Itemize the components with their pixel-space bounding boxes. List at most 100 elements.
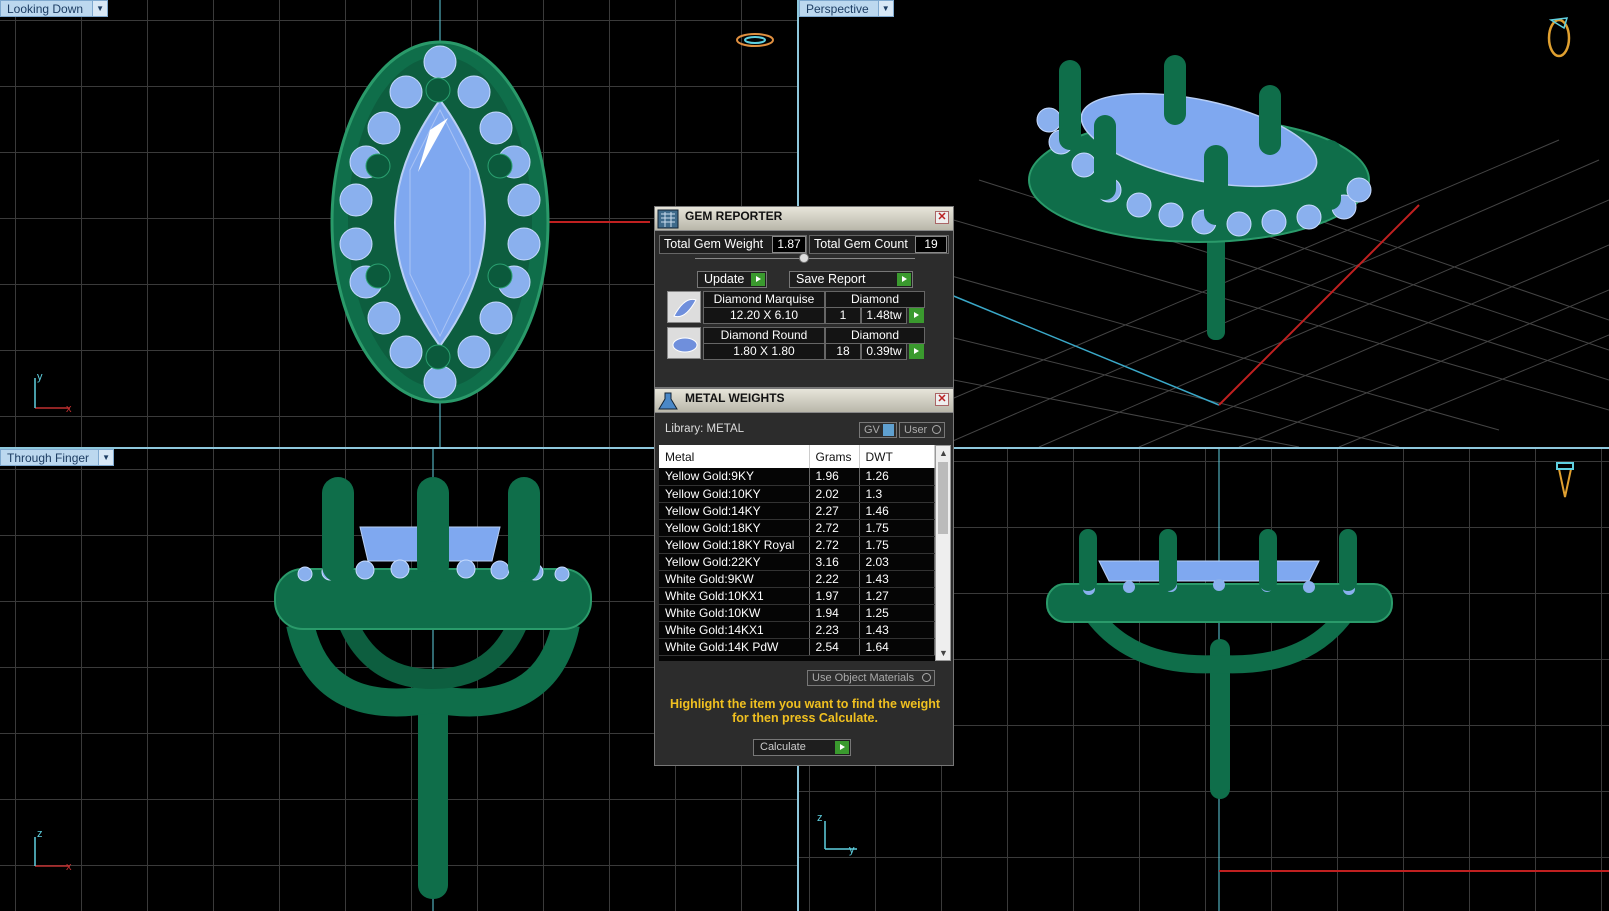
table-row[interactable]: Yellow Gold:10KY 2.02 1.3 xyxy=(659,485,935,503)
use-object-materials-button[interactable]: Use Object Materials xyxy=(807,670,935,686)
scroll-up-icon[interactable]: ▲ xyxy=(939,448,948,458)
dwt-cell: 1.43 xyxy=(859,570,935,588)
gem-name: Diamond Round xyxy=(703,327,825,344)
viewport-label-looking-down[interactable]: Looking Down ▼ xyxy=(0,0,109,17)
metal-table-scrollbar[interactable]: ▲ ▼ xyxy=(935,445,951,661)
metal-table: Metal Grams DWT Yellow Gold:9KY 1.96 1.26 Y… xyxy=(659,445,935,656)
grams-cell: 2.22 xyxy=(809,570,860,588)
gem-row[interactable]: Diamond Round Diamond 1.80 X 1.80 18 0.3… xyxy=(663,325,933,361)
column-header-dwt[interactable]: DWT xyxy=(859,445,935,468)
metal-name-cell: Yellow Gold:18KY xyxy=(659,519,810,537)
metal-name-cell: Yellow Gold:9KY xyxy=(659,468,810,486)
gem-row-go-button[interactable] xyxy=(909,308,924,323)
scrollbar-thumb[interactable] xyxy=(938,462,948,534)
axis-label-z: z xyxy=(817,812,823,824)
library-label: Library: METAL xyxy=(665,423,745,435)
gem-material: Diamond xyxy=(825,291,925,308)
calculate-button-label: Calculate xyxy=(760,741,806,753)
dwt-cell: 1.27 xyxy=(859,587,935,605)
dwt-cell: 1.75 xyxy=(859,519,935,537)
gem-reporter-panel: GEM REPORTER ✕ Total Gem Weight 1.87 Tot… xyxy=(654,206,954,388)
metal-weights-panel: METAL WEIGHTS ✕ Library: METAL GV User M… xyxy=(654,388,954,766)
table-row[interactable]: White Gold:10KW 1.94 1.25 xyxy=(659,604,935,622)
chevron-down-icon[interactable]: ▼ xyxy=(877,1,893,16)
play-arrow-icon xyxy=(914,348,919,354)
scroll-down-icon[interactable]: ▼ xyxy=(939,648,948,658)
calculate-hint: Highlight the item you want to find the … xyxy=(661,697,949,725)
gem-weight: 0.39tw xyxy=(861,343,907,360)
grams-cell: 2.27 xyxy=(809,502,860,520)
grams-cell: 1.94 xyxy=(809,604,860,622)
table-row[interactable]: White Gold:10KX1 1.97 1.27 xyxy=(659,587,935,605)
diamond-marquise-icon xyxy=(667,291,701,323)
metal-name-cell: White Gold:14KX1 xyxy=(659,621,810,639)
calculate-button[interactable]: Calculate xyxy=(753,739,851,756)
viewport-label-perspective[interactable]: Perspective ▼ xyxy=(799,0,894,17)
dwt-cell: 1.43 xyxy=(859,621,935,639)
viewport-label-text: Perspective xyxy=(806,2,869,16)
metal-table-header: Metal Grams DWT xyxy=(659,445,935,468)
metal-name-cell: Yellow Gold:14KY xyxy=(659,502,810,520)
gem-row[interactable]: Diamond Marquise Diamond 12.20 X 6.10 1 … xyxy=(663,289,933,325)
metal-name-cell: White Gold:10KW xyxy=(659,604,810,622)
table-row[interactable]: White Gold:14KX1 2.23 1.43 xyxy=(659,621,935,639)
info-icon xyxy=(883,424,894,436)
close-icon[interactable]: ✕ xyxy=(935,211,949,224)
user-label: User xyxy=(904,424,928,436)
table-row[interactable]: Yellow Gold:18KY Royal 2.72 1.75 xyxy=(659,536,935,554)
ring-icon-perspective xyxy=(1547,17,1571,58)
update-button-label: Update xyxy=(704,272,745,286)
metal-name-cell: Yellow Gold:18KY Royal xyxy=(659,536,810,554)
metal-name-cell: Yellow Gold:10KY xyxy=(659,485,810,503)
table-row[interactable]: Yellow Gold:22KY 3.16 2.03 xyxy=(659,553,935,571)
metal-name-cell: White Gold:10KX1 xyxy=(659,587,810,605)
hint-line-1: Highlight the item you want to find the … xyxy=(669,697,941,711)
user-toggle[interactable]: User xyxy=(899,422,945,438)
play-arrow-icon xyxy=(914,312,919,318)
dwt-cell: 1.3 xyxy=(859,485,935,503)
table-row[interactable]: Yellow Gold:18KY 2.72 1.75 xyxy=(659,519,935,537)
table-row[interactable]: White Gold:9KW 2.22 1.43 xyxy=(659,570,935,588)
chevron-down-icon[interactable]: ▼ xyxy=(98,450,114,465)
gem-row-go-button[interactable] xyxy=(909,344,924,359)
metal-weights-title-bar[interactable]: METAL WEIGHTS ✕ xyxy=(655,389,953,413)
grams-cell: 1.97 xyxy=(809,587,860,605)
save-report-button[interactable]: Save Report xyxy=(789,271,913,288)
gv-toggle[interactable]: GV xyxy=(859,422,897,438)
metal-name-cell: Yellow Gold:22KY xyxy=(659,553,810,571)
table-row[interactable]: Yellow Gold:14KY 2.27 1.46 xyxy=(659,502,935,520)
update-button[interactable]: Update xyxy=(697,271,767,288)
gem-reporter-title: GEM REPORTER xyxy=(685,209,783,223)
metal-table-wrapper: Metal Grams DWT Yellow Gold:9KY 1.96 1.26 Y… xyxy=(659,445,935,661)
dwt-cell: 1.46 xyxy=(859,502,935,520)
gem-reporter-title-bar[interactable]: GEM REPORTER ✕ xyxy=(655,207,953,231)
axis-label-y: y xyxy=(37,371,43,383)
diamond-round-icon xyxy=(667,327,701,359)
axis-label-z: z xyxy=(37,828,43,840)
axis-label-y: y xyxy=(849,844,855,856)
table-row[interactable]: Yellow Gold:9KY 1.96 1.26 xyxy=(659,468,935,486)
column-header-metal[interactable]: Metal xyxy=(659,445,810,468)
metal-name-cell: White Gold:14K PdW xyxy=(659,638,810,656)
dwt-cell: 2.03 xyxy=(859,553,935,571)
gem-reporter-icon xyxy=(657,209,679,229)
grams-cell: 3.16 xyxy=(809,553,860,571)
ring-icon-side xyxy=(1556,462,1574,498)
axis-label-x: x xyxy=(66,861,72,873)
use-object-materials-label: Use Object Materials xyxy=(812,672,915,684)
total-gem-count-value: 19 xyxy=(915,236,947,253)
close-icon[interactable]: ✕ xyxy=(935,393,949,406)
gem-weight: 1.48tw xyxy=(861,307,907,324)
gem-size: 12.20 X 6.10 xyxy=(703,307,825,324)
play-arrow-icon xyxy=(835,741,849,754)
table-row[interactable]: White Gold:14K PdW 2.54 1.64 xyxy=(659,638,935,656)
dwt-cell: 1.64 xyxy=(859,638,935,656)
ring-icon-top xyxy=(736,33,774,47)
viewport-label-through-finger[interactable]: Through Finger ▼ xyxy=(0,449,115,466)
gem-material: Diamond xyxy=(825,327,925,344)
gem-name: Diamond Marquise xyxy=(703,291,825,308)
grams-cell: 2.72 xyxy=(809,536,860,554)
chevron-down-icon[interactable]: ▼ xyxy=(92,1,108,16)
splitter-handle-icon[interactable] xyxy=(799,253,809,263)
column-header-grams[interactable]: Grams xyxy=(809,445,860,468)
